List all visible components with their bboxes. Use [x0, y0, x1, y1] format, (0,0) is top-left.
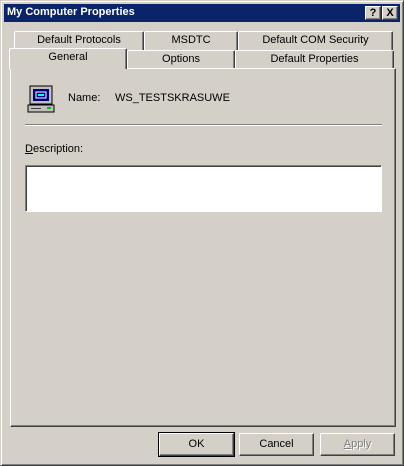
- window-title: My Computer Properties: [7, 6, 135, 18]
- close-icon: X: [386, 7, 394, 19]
- cancel-button[interactable]: Cancel: [239, 433, 314, 456]
- properties-dialog: My Computer Properties ? X Default Proto…: [0, 0, 404, 466]
- help-icon: ?: [369, 7, 377, 19]
- tab-default-com-security[interactable]: Default COM Security: [238, 31, 393, 50]
- tab-default-properties[interactable]: Default Properties: [235, 50, 394, 69]
- close-button[interactable]: X: [382, 6, 398, 20]
- tab-options[interactable]: Options: [127, 50, 235, 69]
- tab-panel-general: [10, 68, 396, 427]
- apply-button[interactable]: Apply: [320, 433, 395, 456]
- tab-general[interactable]: General: [9, 48, 127, 69]
- help-button[interactable]: ?: [365, 6, 381, 20]
- ok-button[interactable]: OK: [158, 432, 235, 457]
- tab-msdtc[interactable]: MSDTC: [144, 31, 238, 50]
- title-bar[interactable]: My Computer Properties ? X: [4, 4, 400, 22]
